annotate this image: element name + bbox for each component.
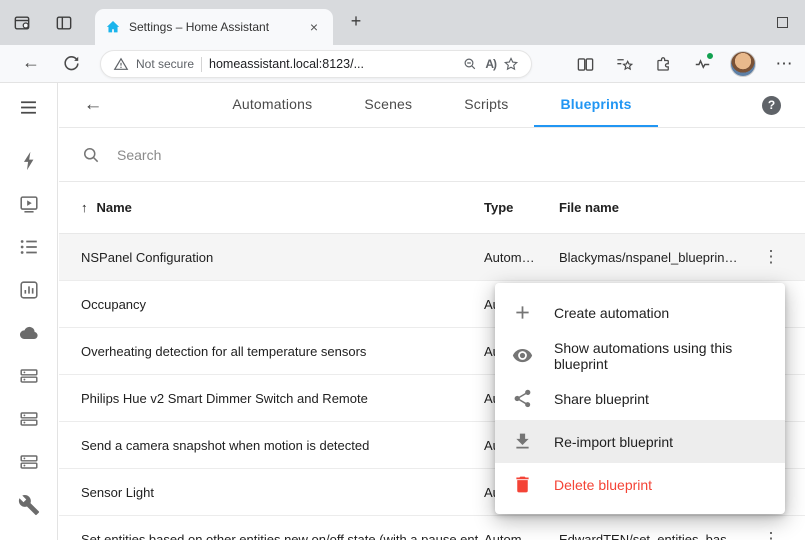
menu-item-create-automation[interactable]: Create automation [495, 291, 785, 334]
menu-item-label: Delete blueprint [554, 477, 652, 493]
plus-icon [512, 302, 533, 323]
menu-item-show-automations[interactable]: Show automations using this blueprint [495, 334, 785, 377]
browser-back-button[interactable]: ← [20, 52, 42, 73]
url-text[interactable]: homeassistant.local:8123/... [209, 57, 455, 71]
tab-close-icon[interactable]: × [305, 19, 323, 35]
address-bar[interactable]: Not secure homeassistant.local:8123/... … [100, 50, 532, 78]
developer-tools-icon[interactable] [17, 493, 41, 517]
media-browser-icon[interactable] [17, 192, 41, 216]
column-header-type[interactable]: Type [484, 200, 513, 215]
table-row[interactable]: NSPanel Configuration Autom… Blackymas/n… [59, 234, 805, 281]
row-name: Set entities based on other entities new… [81, 532, 479, 540]
row-overflow-menu-icon[interactable]: ⋮ [759, 529, 783, 540]
eye-icon [512, 345, 533, 366]
help-button[interactable]: ? [762, 96, 781, 115]
row-name: Send a camera snapshot when motion is de… [81, 438, 369, 453]
blueprints-header: ← Automations Scenes Scripts Blueprints … [59, 83, 805, 128]
trash-icon [512, 474, 533, 495]
tab-scripts[interactable]: Scripts [438, 83, 534, 127]
row-file: EdwardTEN/set_entities_bas… [559, 532, 740, 540]
profile-avatar[interactable] [730, 51, 756, 77]
server-addon-icon-3[interactable] [17, 450, 41, 474]
browser-titlebar: Settings – Home Assistant × + [0, 0, 805, 45]
zoom-out-icon[interactable] [462, 56, 478, 72]
menu-item-label: Re-import blueprint [554, 434, 673, 450]
security-label: Not secure [136, 57, 194, 71]
row-name: Philips Hue v2 Smart Dimmer Switch and R… [81, 391, 368, 406]
not-secure-warning-icon[interactable] [113, 56, 129, 72]
reimport-download-icon [512, 431, 533, 452]
table-header: ↑ Name Type File name [59, 182, 805, 234]
browser-menu-button[interactable]: ⋯ [773, 53, 795, 75]
blueprint-context-menu: Create automation Show automations using… [495, 283, 785, 514]
server-addon-icon-2[interactable] [17, 407, 41, 431]
logbook-icon[interactable] [17, 235, 41, 259]
row-file: Blackymas/nspanel_blueprin… [559, 250, 737, 265]
browser-essentials-icon[interactable] [691, 53, 713, 75]
menu-item-reimport-blueprint[interactable]: Re-import blueprint [495, 420, 785, 463]
row-overflow-menu-icon[interactable]: ⋮ [759, 247, 783, 267]
browser-tab[interactable]: Settings – Home Assistant × [95, 9, 333, 45]
favorites-star-icon[interactable] [503, 56, 519, 72]
menu-item-label: Show automations using this blueprint [554, 340, 768, 372]
row-name: Overheating detection for all temperatur… [81, 344, 366, 359]
sidebar-nav-icons [17, 149, 41, 517]
tab-actions-icon[interactable] [52, 11, 76, 35]
menu-item-label: Share blueprint [554, 391, 649, 407]
ha-tabset: Automations Scenes Scripts Blueprints [206, 83, 657, 127]
home-assistant-favicon [105, 19, 121, 35]
extensions-icon[interactable] [652, 53, 674, 75]
column-header-name-label: Name [97, 200, 132, 215]
refresh-button[interactable] [62, 54, 81, 73]
ha-back-button[interactable]: ← [81, 94, 105, 116]
row-type: Autom… [484, 532, 535, 540]
read-aloud-icon[interactable]: A) [485, 57, 496, 71]
row-name: NSPanel Configuration [81, 250, 213, 265]
cloud-icon[interactable] [17, 321, 41, 345]
share-icon [512, 388, 533, 409]
tab-title: Settings – Home Assistant [129, 20, 297, 34]
toolbar-right-buttons: ⋯ [574, 45, 795, 83]
ha-sidebar [0, 83, 58, 540]
row-name: Sensor Light [81, 485, 154, 500]
sort-ascending-icon: ↑ [81, 200, 88, 215]
row-type: Autom… [484, 250, 535, 265]
history-icon[interactable] [17, 278, 41, 302]
essentials-status-dot [706, 52, 714, 60]
table-row[interactable]: Set entities based on other entities new… [59, 516, 805, 540]
search-row [59, 128, 805, 182]
column-header-file[interactable]: File name [559, 200, 619, 215]
maximize-button[interactable] [777, 17, 788, 28]
energy-icon[interactable] [17, 149, 41, 173]
menu-item-delete-blueprint[interactable]: Delete blueprint [495, 463, 785, 506]
new-tab-button[interactable]: + [344, 11, 368, 32]
search-input[interactable] [117, 147, 437, 163]
tab-automations[interactable]: Automations [206, 83, 338, 127]
server-addon-icon-1[interactable] [17, 364, 41, 388]
split-screen-icon[interactable] [574, 53, 596, 75]
menu-item-label: Create automation [554, 305, 669, 321]
address-divider [201, 57, 202, 72]
titlebar-left-buttons [10, 0, 76, 45]
browser-toolbar: ← Not secure homeassistant.local:8123/..… [0, 45, 805, 83]
tab-blueprints[interactable]: Blueprints [534, 83, 657, 127]
menu-item-share-blueprint[interactable]: Share blueprint [495, 377, 785, 420]
favorites-hub-icon[interactable] [613, 53, 635, 75]
workspaces-icon[interactable] [10, 11, 34, 35]
tab-scenes[interactable]: Scenes [338, 83, 438, 127]
search-icon [81, 145, 101, 165]
column-header-name[interactable]: ↑ Name [81, 200, 132, 215]
sidebar-menu-icon[interactable] [17, 95, 41, 119]
row-name: Occupancy [81, 297, 146, 312]
